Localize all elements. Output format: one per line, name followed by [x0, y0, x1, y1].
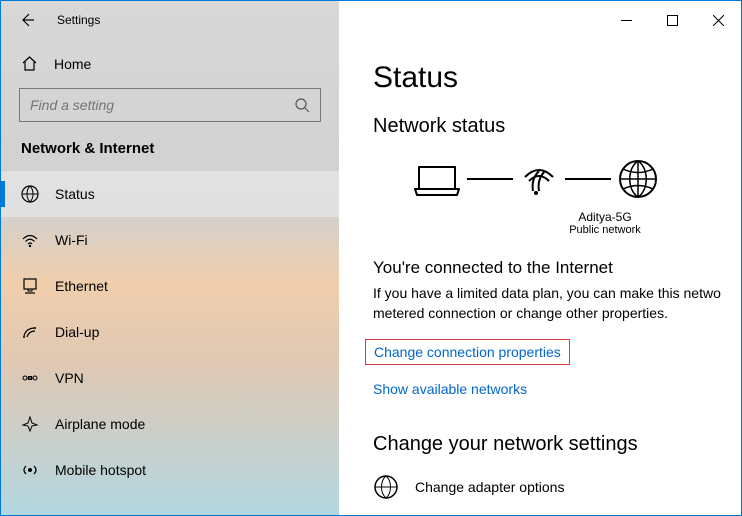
adapter-label: Change adapter options [415, 479, 564, 495]
sidebar-item-status[interactable]: Status [1, 171, 339, 217]
dialup-icon [21, 323, 39, 341]
connector-line [565, 177, 611, 181]
nav-label: Ethernet [55, 278, 108, 294]
home-icon [21, 55, 38, 72]
connected-heading: You're connected to the Internet [373, 258, 741, 278]
category-title: Network & Internet [1, 122, 339, 171]
nav-label: Wi-Fi [55, 232, 88, 248]
change-connection-properties-link[interactable]: Change connection properties [365, 339, 570, 365]
nav-label: VPN [55, 370, 84, 386]
sidebar-item-ethernet[interactable]: Ethernet [1, 263, 339, 309]
nav-label: Airplane mode [55, 416, 145, 432]
minimize-button[interactable] [603, 4, 649, 36]
search-input[interactable] [30, 97, 294, 113]
main-panel: Status Network status Aditya-5G Public n… [339, 1, 741, 515]
connection-labels: Aditya-5G Public network [469, 210, 741, 236]
sidebar-item-wifi[interactable]: Wi-Fi [1, 217, 339, 263]
page-subtitle: Network status [373, 115, 741, 138]
airplane-icon [21, 415, 39, 433]
pc-icon [413, 159, 461, 199]
sidebar-item-vpn[interactable]: VPN [1, 355, 339, 401]
back-icon[interactable] [19, 12, 35, 28]
nav-label: Dial-up [55, 324, 99, 340]
nav-label: Mobile hotspot [55, 462, 146, 478]
sidebar-item-airplane[interactable]: Airplane mode [1, 401, 339, 447]
ethernet-icon [21, 277, 39, 295]
adapter-icon [373, 474, 399, 500]
change-adapter-options[interactable]: Change adapter options [373, 474, 741, 500]
change-settings-title: Change your network settings [373, 433, 741, 456]
sidebar-item-home[interactable]: Home [19, 45, 321, 82]
network-diagram [413, 158, 741, 200]
globe-icon [617, 158, 659, 200]
sidebar: Home Network & Internet Status Wi-Fi Eth… [1, 1, 339, 515]
wifi-router-icon [519, 159, 559, 199]
close-button[interactable] [695, 4, 741, 36]
hotspot-icon [21, 461, 39, 479]
search-box[interactable] [19, 88, 321, 122]
window-title: Settings [57, 13, 100, 27]
connected-description: If you have a limited data plan, you can… [373, 284, 741, 323]
connector-line [467, 177, 513, 181]
titlebar: Settings [1, 1, 741, 39]
connection-name: Aditya-5G [469, 210, 741, 224]
wifi-icon [21, 231, 39, 249]
sidebar-item-hotspot[interactable]: Mobile hotspot [1, 447, 339, 493]
home-label: Home [54, 56, 91, 72]
nav-label: Status [55, 186, 95, 202]
connection-type: Public network [469, 224, 741, 236]
search-icon [294, 97, 310, 113]
vpn-icon [21, 369, 39, 387]
show-available-networks-link[interactable]: Show available networks [373, 381, 527, 397]
page-title: Status [373, 61, 741, 95]
status-icon [21, 185, 39, 203]
sidebar-item-dialup[interactable]: Dial-up [1, 309, 339, 355]
maximize-button[interactable] [649, 4, 695, 36]
